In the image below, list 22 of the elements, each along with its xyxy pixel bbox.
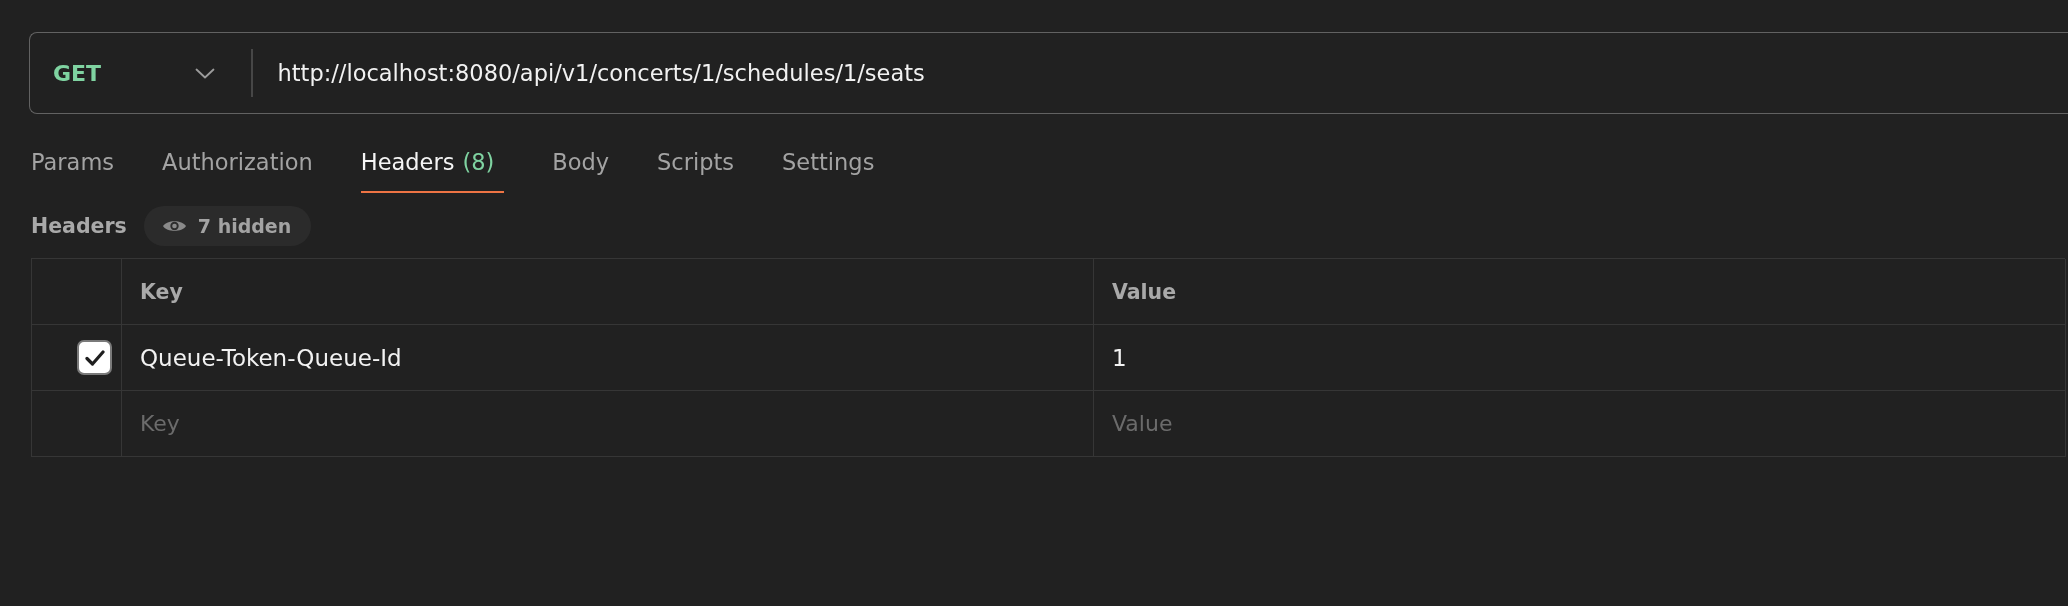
hidden-headers-toggle[interactable]: 7 hidden: [143, 206, 312, 246]
tab[interactable]: Authorization: [162, 128, 313, 193]
tab[interactable]: Scripts: [657, 128, 735, 193]
url-input[interactable]: http://localhost:8080/api/v1/concerts/1/schedules/1/seats: [277, 53, 2068, 93]
value-input[interactable]: Value: [1094, 391, 2065, 456]
eye-icon: [161, 218, 187, 234]
section-title: Headers: [31, 214, 127, 238]
tab[interactable]: Headers (8): [360, 128, 505, 193]
tab[interactable]: Params: [31, 128, 115, 193]
header-key: Queue-Token-Queue-Id: [140, 344, 402, 371]
column-header: Value: [1112, 279, 1177, 304]
chevron-down-icon: [195, 67, 215, 79]
url-bar[interactable]: http://localhost:8080/api/v1/concerts/1/schedules/1/seats: [225, 32, 2068, 114]
checkbox[interactable]: [77, 340, 112, 375]
key-input[interactable]: Key: [122, 391, 1093, 456]
method-dropdown[interactable]: GET: [29, 32, 225, 114]
tab[interactable]: Body: [552, 128, 610, 193]
header-count: (8): [462, 149, 495, 175]
column-header: Key: [140, 279, 183, 304]
checkmark-icon: [84, 349, 105, 366]
tab[interactable]: Settings: [782, 128, 875, 193]
header-value: 1: [1112, 344, 1127, 371]
